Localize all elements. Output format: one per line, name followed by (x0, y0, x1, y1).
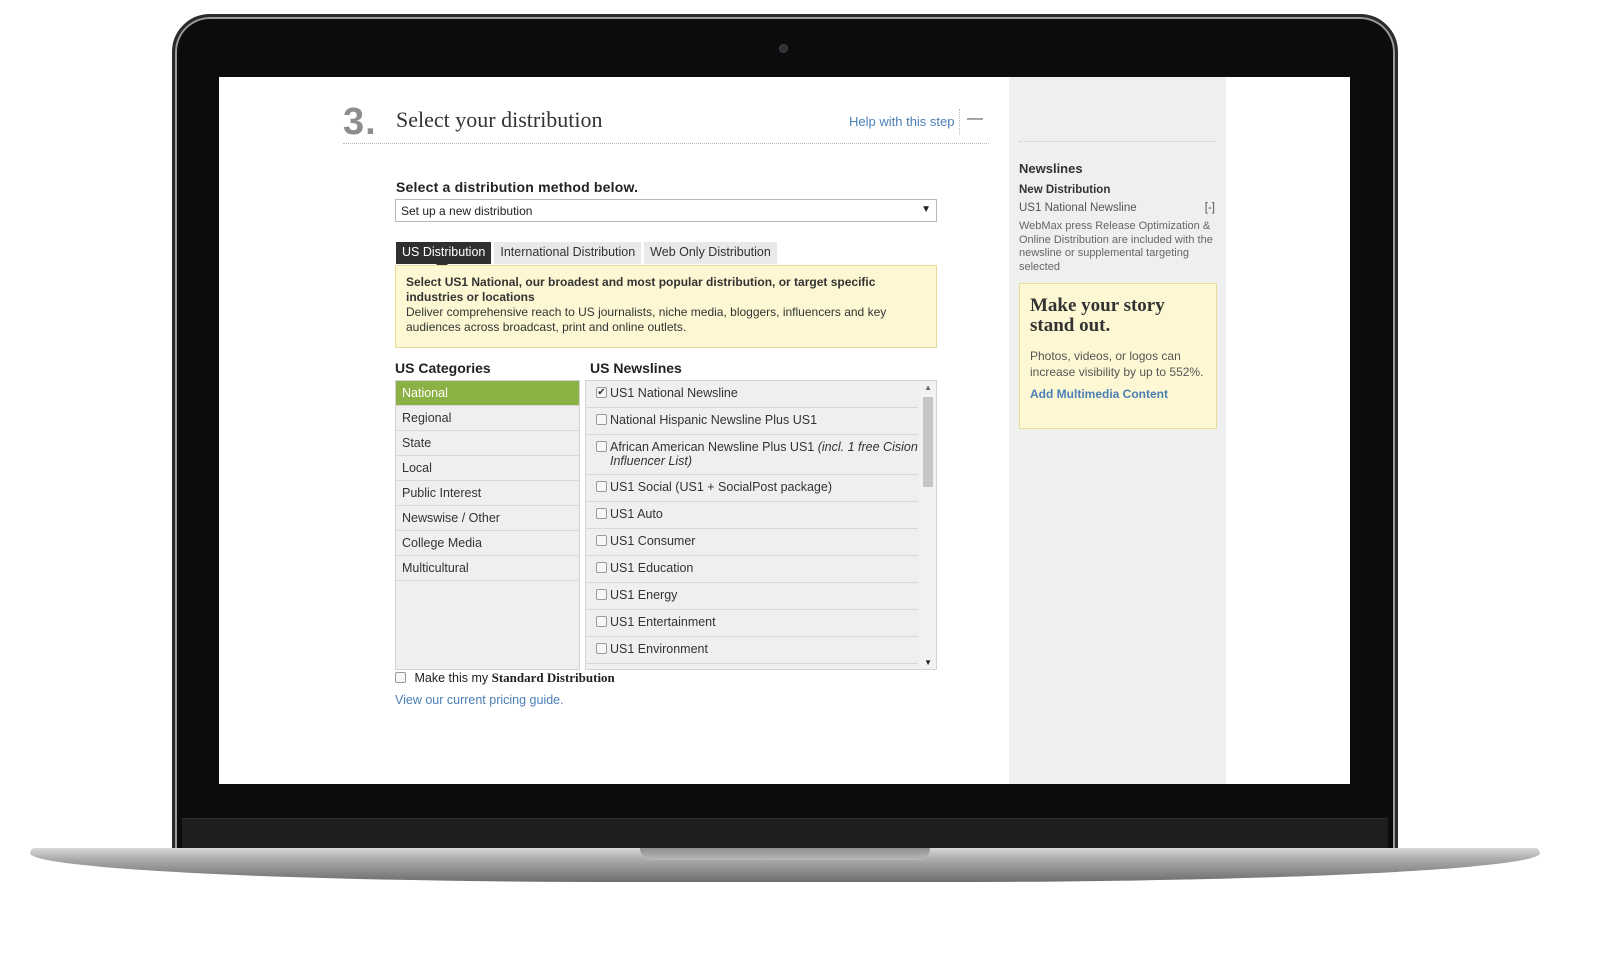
newsline-item[interactable]: US1 Energy (586, 583, 918, 610)
scroll-down-icon[interactable]: ▼ (924, 658, 932, 667)
distribution-tabs: US Distribution International Distributi… (396, 242, 777, 270)
sidebar-heading: Newslines (1019, 161, 1083, 176)
sidebar-selected-newsline: US1 National Newsline [-] (1019, 202, 1215, 214)
newsline-scrollbar[interactable]: ▲ ▼ (920, 381, 936, 669)
sidebar-subheading: New Distribution (1019, 184, 1111, 196)
newsline-item[interactable]: US1 Consumer (586, 529, 918, 556)
tab-label: International Distribution (500, 245, 636, 259)
page-title: Select your distribution (396, 107, 603, 132)
sidebar-rule (1019, 141, 1215, 142)
remove-toggle[interactable]: [-] (1205, 202, 1215, 214)
category-item-local[interactable]: Local (396, 456, 579, 481)
newsline-label: US1 Education (610, 561, 694, 575)
newsline-label: US1 Auto (610, 507, 663, 521)
category-item-multicultural[interactable]: Multicultural (396, 556, 579, 581)
category-item-regional[interactable]: Regional (396, 406, 579, 431)
step-number: 3. (343, 101, 377, 143)
scroll-up-icon[interactable]: ▲ (924, 383, 932, 392)
pricing-guide-link[interactable]: View our current pricing guide. (395, 693, 564, 707)
newsline-label: US1 Consumer (610, 534, 696, 548)
chevron-down-icon: ▼ (921, 204, 931, 215)
laptop-notch (640, 848, 930, 860)
newsline-checkbox[interactable]: ✔ (596, 387, 607, 398)
newsline-item[interactable]: US1 Environment (586, 637, 918, 664)
newslines-title: US Newslines (590, 360, 682, 376)
category-item-college-media[interactable]: College Media (396, 531, 579, 556)
scroll-thumb[interactable] (923, 397, 933, 487)
newsline-item[interactable]: US1 Auto (586, 502, 918, 529)
newsline-label: African American Newsline Plus US1 (610, 440, 818, 454)
header-rule (343, 143, 989, 144)
method-label: Select a distribution method below. (396, 179, 639, 195)
newsline-label: US1 National Newsline (610, 386, 738, 400)
newsline-checkbox[interactable] (596, 441, 607, 452)
sidebar-description: WebMax press Release Optimization & Onli… (1019, 220, 1213, 273)
standard-prefix: Make this my (414, 671, 489, 685)
newsline-checkbox[interactable] (596, 562, 607, 573)
header-divider (959, 109, 960, 135)
category-item-public-interest[interactable]: Public Interest (396, 481, 579, 506)
standard-distribution-option[interactable]: Make this my Standard Distribution (395, 670, 615, 686)
standard-distribution-checkbox[interactable] (395, 672, 406, 683)
newsline-label: US1 Entertainment (610, 615, 716, 629)
distribution-method-select[interactable]: Set up a new distribution ▼ (395, 199, 937, 222)
info-headline: Select US1 National, our broadest and mo… (406, 275, 876, 304)
category-item-state[interactable]: State (396, 431, 579, 456)
categories-title: US Categories (395, 360, 491, 376)
newsline-item[interactable]: ✔ US1 National Newsline (586, 381, 918, 408)
sidebar-item-label: US1 National Newsline (1019, 202, 1137, 214)
category-list: National Regional State Local Public Int… (395, 380, 580, 670)
newsline-label: National Hispanic Newsline Plus US1 (610, 413, 818, 427)
newsline-checkbox[interactable] (596, 616, 607, 627)
newsline-item[interactable]: National Hispanic Newsline Plus US1 (586, 408, 918, 435)
newsline-item[interactable]: African American Newsline Plus US1 (incl… (586, 435, 918, 475)
camera-icon (779, 44, 788, 53)
tab-international-distribution[interactable]: International Distribution (494, 242, 642, 264)
newsline-list: ✔ US1 National Newsline National Hispani… (585, 380, 937, 670)
tab-web-only-distribution[interactable]: Web Only Distribution (644, 242, 777, 264)
info-body: Deliver comprehensive reach to US journa… (406, 305, 887, 334)
promo-text: Photos, videos, or logos can increase vi… (1030, 349, 1204, 379)
newsline-label: US1 Environment (610, 642, 708, 656)
tab-us-distribution[interactable]: US Distribution (396, 242, 492, 270)
multimedia-promo: Make your story stand out. Photos, video… (1019, 283, 1217, 429)
add-multimedia-link[interactable]: Add Multimedia Content (1030, 387, 1206, 401)
tab-label: Web Only Distribution (650, 245, 771, 259)
category-item-newswise-other[interactable]: Newswise / Other (396, 506, 579, 531)
newsline-checkbox[interactable] (596, 535, 607, 546)
laptop-chin (182, 818, 1388, 850)
newsline-checkbox[interactable] (596, 589, 607, 600)
screen: 3. Select your distribution Help with th… (219, 77, 1350, 784)
newsline-checkbox[interactable] (596, 481, 607, 492)
help-link[interactable]: Help with this step (849, 114, 955, 129)
newsline-item[interactable]: US1 Entertainment (586, 610, 918, 637)
newsline-checkbox[interactable] (596, 508, 607, 519)
standard-label: Standard Distribution (491, 670, 615, 685)
category-item-national[interactable]: National (396, 381, 579, 406)
newsline-checkbox[interactable] (596, 414, 607, 425)
newsline-item[interactable]: US1 Social (US1 + SocialPost package) (586, 475, 918, 502)
method-selected-value: Set up a new distribution (401, 204, 533, 218)
newsline-label: US1 Energy (610, 588, 678, 602)
newsline-label: US1 Social (US1 + SocialPost package) (610, 480, 832, 494)
newsline-item[interactable]: US1 Education (586, 556, 918, 583)
promo-title: Make your story stand out. (1030, 295, 1165, 336)
tab-label: US Distribution (402, 245, 486, 259)
info-box: Select US1 National, our broadest and mo… (395, 265, 937, 348)
collapse-icon[interactable]: — (967, 110, 983, 128)
newsline-checkbox[interactable] (596, 643, 607, 654)
